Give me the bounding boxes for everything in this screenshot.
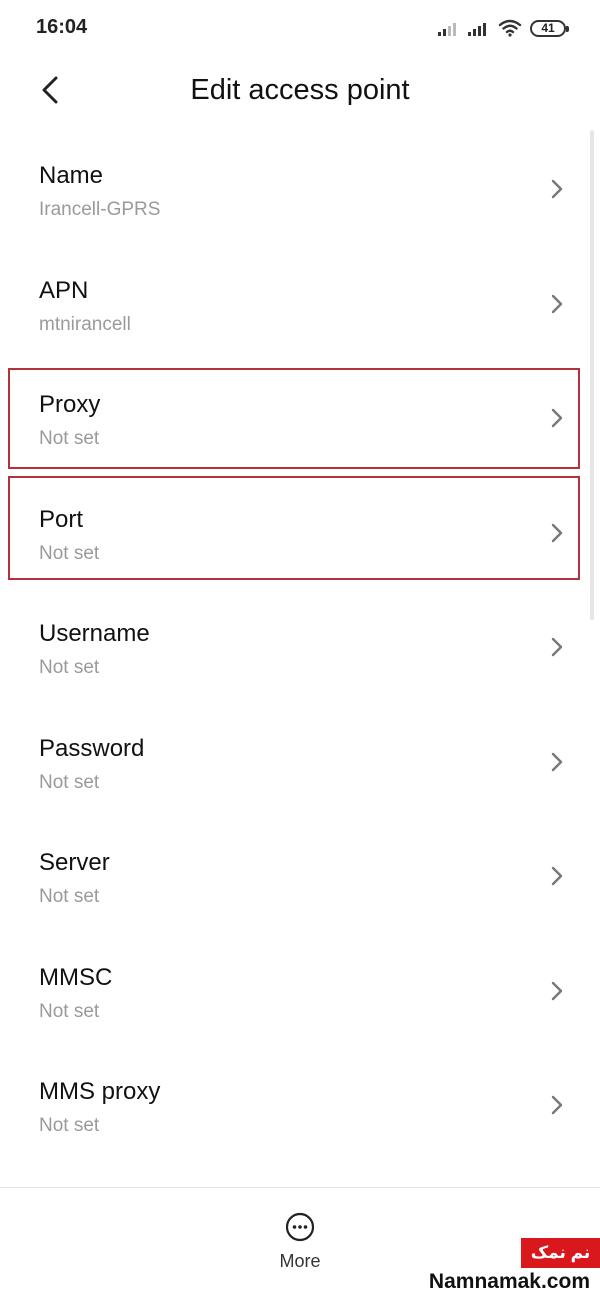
list-item-password[interactable]: Password Not set [0, 705, 600, 820]
item-label: Port [39, 505, 84, 533]
status-time: 16:04 [36, 16, 88, 38]
item-value: Not set [39, 542, 100, 564]
signal-icon [468, 23, 486, 36]
scrollbar[interactable] [590, 130, 594, 620]
status-icons: 41 [438, 16, 569, 40]
item-label: Server [39, 849, 110, 876]
app-header: Edit access point [0, 56, 600, 126]
chevron-right-icon [551, 523, 563, 542]
more-label: More [279, 1251, 321, 1271]
item-label: APN [39, 276, 89, 304]
signal-icon [438, 23, 456, 36]
settings-list: Name Irancell-GPRS APN mtnirancell Proxy… [0, 132, 600, 1163]
item-value: Not set [39, 1115, 100, 1136]
chevron-right-icon [551, 179, 563, 199]
chevron-right-icon [551, 866, 563, 886]
item-value: Irancell-GPRS [39, 199, 161, 220]
item-value: Not set [39, 657, 100, 678]
item-label: Name [39, 162, 104, 189]
list-item-mms-proxy[interactable]: MMS proxy Not set [0, 1048, 600, 1163]
chevron-right-icon [551, 408, 563, 428]
chevron-right-icon [551, 294, 563, 313]
watermark-site: Namnamak.com [428, 1270, 590, 1293]
list-item-mmsc[interactable]: MMSC Not set [0, 934, 600, 1049]
watermark-badge: نم نمک [521, 1238, 600, 1268]
battery-icon: 41 [530, 19, 569, 37]
item-label: MMS proxy [39, 1078, 161, 1105]
list-item-server[interactable]: Server Not set [0, 819, 600, 934]
wifi-icon [498, 19, 522, 37]
list-item-apn[interactable]: APN mtnirancell [0, 247, 600, 362]
list-item-username[interactable]: Username Not set [0, 590, 600, 705]
item-value: Not set [39, 428, 100, 449]
chevron-right-icon [551, 637, 563, 657]
item-value: mtnirancell [39, 313, 131, 335]
list-item-port[interactable]: Port Not set [0, 476, 600, 591]
chevron-right-icon [551, 752, 563, 771]
item-value: Not set [39, 1000, 100, 1022]
chevron-right-icon [551, 981, 563, 1000]
list-item-name[interactable]: Name Irancell-GPRS [0, 132, 600, 247]
item-label: Username [39, 620, 150, 647]
more-button[interactable]: More [260, 1210, 340, 1274]
item-value: Not set [39, 886, 100, 907]
list-item-proxy[interactable]: Proxy Not set [0, 361, 600, 476]
item-value: Not set [39, 771, 100, 793]
item-label: Proxy [39, 391, 101, 418]
status-bar: 16:04 41 [0, 0, 600, 56]
item-label: Password [39, 734, 145, 762]
chevron-right-icon [551, 1095, 563, 1115]
item-label: MMSC [39, 963, 113, 991]
page-title: Edit access point [190, 74, 410, 106]
more-horizontal-icon [285, 1212, 315, 1242]
